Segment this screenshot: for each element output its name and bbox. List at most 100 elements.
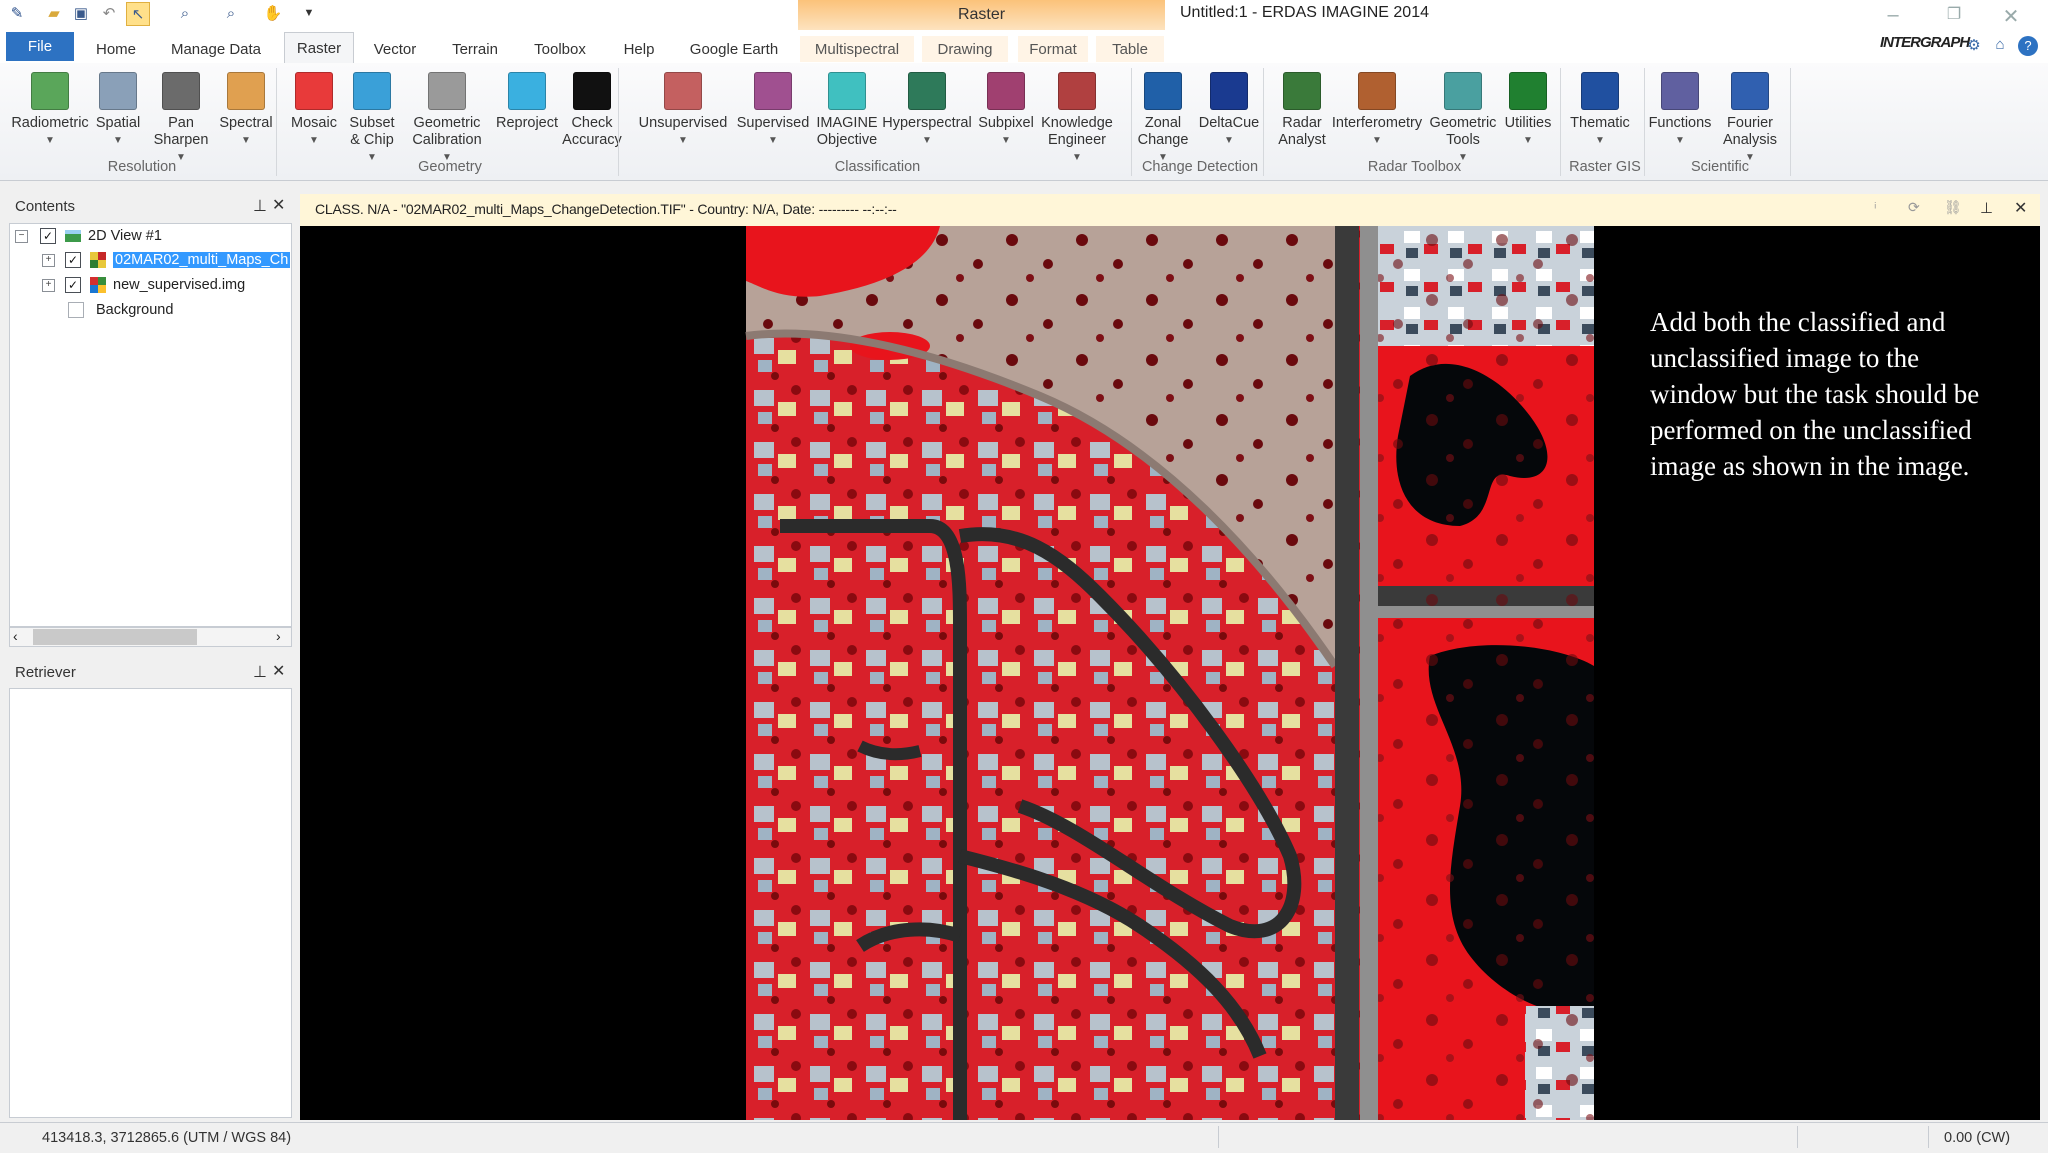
dropdown-arrow-icon[interactable]: ▼ (113, 132, 123, 149)
scroll-left-icon[interactable]: ‹ (13, 628, 18, 644)
scroll-right-icon[interactable]: › (276, 628, 281, 644)
tab-raster[interactable]: Raster (284, 32, 354, 63)
tree-row-view[interactable]: − ✓ 2D View #1 (15, 224, 162, 248)
fourier-analysis-button[interactable]: Fourier Analysis ▼ (1700, 72, 1800, 166)
dropdown-arrow-icon[interactable]: ▼ (1224, 132, 1234, 149)
ribbon-group-label: Scientific (1690, 159, 1750, 175)
zoom-out-icon[interactable]: ⌕ (220, 2, 242, 24)
layer-1-checkbox[interactable]: ✓ (65, 252, 81, 268)
status-separator (1797, 1126, 1798, 1148)
tab-manage-data[interactable]: Manage Data (160, 36, 272, 62)
contents-panel-header: Contents (9, 193, 292, 219)
dropdown-arrow-icon[interactable]: ▼ (309, 132, 319, 149)
minimize-icon[interactable]: – (1875, 4, 1911, 27)
close-window-icon[interactable]: ✕ (1993, 4, 2029, 29)
tab-vector[interactable]: Vector (364, 36, 426, 62)
tab-format[interactable]: Format (1018, 36, 1088, 62)
viewer-sync-icon[interactable]: ⟳ (1908, 199, 1920, 216)
tree-row-layer-1[interactable]: + ✓ 02MAR02_multi_Maps_Ch (42, 248, 291, 272)
retriever-pin-icon[interactable]: ⊥ (253, 662, 267, 682)
geometric-calibration-icon (428, 72, 466, 110)
tab-home[interactable]: Home (84, 36, 148, 62)
layer-2-checkbox[interactable]: ✓ (65, 277, 81, 293)
open-icon[interactable]: ▰ (43, 2, 65, 24)
ribbon-group-separator (618, 68, 619, 176)
collapse-icon[interactable]: − (15, 229, 28, 243)
dropdown-arrow-icon[interactable]: ▼ (922, 132, 932, 149)
home-icon[interactable]: ⌂ (1990, 36, 2010, 56)
tab-multispectral[interactable]: Multispectral (800, 36, 914, 62)
ribbon-button-label: Thematic (1570, 115, 1630, 131)
knowledge-engineer-button[interactable]: Knowledge Engineer ▼ (1027, 72, 1127, 166)
ribbon-button-label: Fourier (1727, 115, 1773, 131)
expand-icon[interactable]: + (42, 278, 55, 292)
tab-terrain[interactable]: Terrain (440, 36, 510, 62)
tab-help[interactable]: Help (610, 36, 668, 62)
ribbon-group-label: Change Detection (1141, 159, 1259, 175)
raster-layer-icon (90, 252, 106, 268)
dropdown-arrow-icon[interactable]: ▼ (45, 132, 55, 149)
ribbon-button-label-line2: Calibration (412, 132, 482, 148)
radar-analyst-icon (1283, 72, 1321, 110)
ribbon-button-label-line2: Objective (816, 132, 878, 148)
viewer-close-icon[interactable]: ✕ (2014, 198, 2027, 218)
restore-icon[interactable]: ❐ (1936, 4, 1972, 24)
ribbon-group-separator (1131, 68, 1132, 176)
tab-table[interactable]: Table (1096, 36, 1164, 62)
undo-icon[interactable]: ↶ (98, 2, 120, 24)
tab-toolbox[interactable]: Toolbox (524, 36, 596, 62)
status-separator (1928, 1126, 1929, 1148)
ribbon-group-label: Raster GIS (1569, 159, 1641, 175)
save-icon[interactable]: ▣ (70, 2, 92, 24)
status-separator (1218, 1126, 1219, 1148)
interferometry-button[interactable]: Interferometry ▼ (1327, 72, 1427, 149)
dropdown-arrow-icon[interactable]: ▼ (678, 132, 688, 149)
spectral-icon (227, 72, 265, 110)
app-icon[interactable]: ✎ (6, 2, 28, 24)
ribbon-button-label: Subpixel (978, 115, 1034, 131)
ribbon-button-label: Zonal (1144, 115, 1182, 131)
unsupervised-button[interactable]: Unsupervised ▼ (633, 72, 733, 149)
check-accuracy-button[interactable]: Check Accuracy (542, 72, 642, 149)
dropdown-arrow-icon[interactable]: ▼ (241, 132, 251, 149)
pin-icon[interactable]: ⊥ (253, 196, 267, 216)
pan-icon[interactable]: ✋ (262, 2, 284, 24)
ribbon-group-separator (276, 68, 277, 176)
dropdown-arrow-icon[interactable]: ▼ (1523, 132, 1533, 149)
dropdown-arrow-icon[interactable]: ▼ (1372, 132, 1382, 149)
ribbon-group-separator (1644, 68, 1645, 176)
settings-icon[interactable]: ⚙ (1964, 36, 1984, 56)
view-checkbox[interactable]: ✓ (40, 228, 56, 244)
ribbon-group-separator (1560, 68, 1561, 176)
supervised-icon (754, 72, 792, 110)
dropdown-arrow-icon[interactable]: ▼ (1001, 132, 1011, 149)
contents-close-icon[interactable]: ✕ (272, 195, 285, 215)
background-checkbox[interactable] (68, 302, 84, 318)
help-icon[interactable]: ? (2018, 36, 2038, 56)
viewer-info-icon[interactable]: ⁱ (1874, 200, 1877, 217)
dropdown-arrow-icon[interactable]: ▼ (1675, 132, 1685, 149)
ribbon-button-label: Subset (349, 115, 395, 131)
viewer-pin-icon[interactable]: ⊥ (1980, 199, 1993, 217)
tree-row-layer-2[interactable]: + ✓ new_supervised.img (42, 273, 245, 297)
ribbon-group-label: Geometry (418, 159, 482, 175)
customize-icon[interactable]: ▼ (298, 2, 320, 24)
tab-google-earth[interactable]: Google Earth (682, 36, 786, 62)
tab-drawing[interactable]: Drawing (922, 36, 1008, 62)
tab-file[interactable]: File (6, 32, 74, 61)
dropdown-arrow-icon[interactable]: ▼ (768, 132, 778, 149)
subpixel-icon (987, 72, 1025, 110)
select-icon[interactable]: ↖ (126, 2, 150, 26)
scroll-thumb[interactable] (33, 629, 197, 645)
tree-row-background[interactable]: Background (68, 298, 173, 322)
ribbon-button-label: Radar (1282, 115, 1322, 131)
zonal-change-icon (1144, 72, 1182, 110)
instruction-text: Add both the classified and unclassified… (1650, 307, 1980, 481)
viewer-link-icon[interactable]: ⛓ (1944, 199, 1962, 216)
zoom-in-icon[interactable]: ⌕ (174, 2, 196, 24)
dropdown-arrow-icon[interactable]: ▼ (1595, 132, 1605, 149)
retriever-close-icon[interactable]: ✕ (272, 661, 285, 681)
ribbon-button-label-line2: Analysis (1723, 132, 1777, 148)
expand-icon[interactable]: + (42, 253, 55, 267)
ribbon-button-label: IMAGINE (816, 115, 878, 131)
